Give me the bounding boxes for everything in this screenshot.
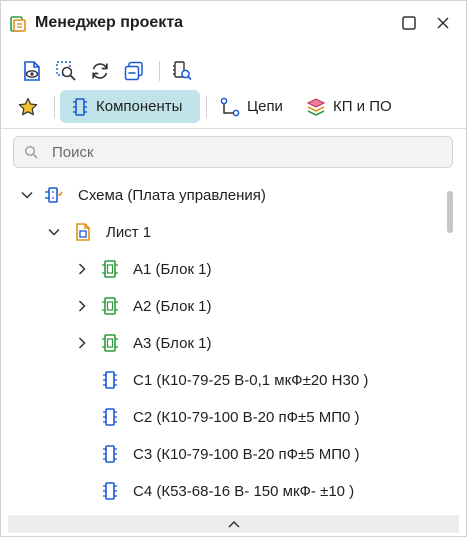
- tree-item-component[interactable]: C4 (К53-68-16 В- 150 мкФ- ±10 ): [1, 473, 441, 510]
- capacitor-icon: [103, 445, 117, 463]
- maximize-icon[interactable]: [399, 13, 419, 33]
- tree-item-label: A3 (Блок 1): [133, 335, 212, 352]
- tab-nets[interactable]: Цепи: [219, 90, 291, 123]
- tab-bar: Компоненты Цепи КП и ПО: [1, 90, 466, 124]
- tab-nets-label: Цепи: [247, 98, 283, 115]
- chevron-right-icon[interactable]: [75, 262, 89, 276]
- search-box: [13, 136, 453, 168]
- refresh-icon[interactable]: [89, 60, 111, 82]
- tab-favorites[interactable]: [17, 90, 45, 123]
- project-tree: Схема (Плата управления) Лист 1 A1 (Блок…: [1, 177, 466, 513]
- net-icon: [220, 97, 240, 116]
- tree-item-block[interactable]: A3 (Блок 1): [1, 325, 441, 362]
- sheet-icon: [76, 223, 90, 241]
- tree-item-label: Лист 1: [106, 224, 152, 241]
- collapse-icon[interactable]: [123, 60, 145, 82]
- tree-item-component[interactable]: C2 (К10-79-100 В-20 пФ±5 МП0 ): [1, 399, 441, 436]
- chevron-down-icon[interactable]: [47, 225, 61, 239]
- tree-item-block[interactable]: A2 (Блок 1): [1, 288, 441, 325]
- tree-item-label: C1 (К10-79-25 В-0,1 мкФ±20 Н30 ): [133, 372, 369, 389]
- schematic-icon: [45, 187, 63, 203]
- title-bar: Менеджер проекта: [1, 1, 466, 45]
- tab-components[interactable]: Компоненты: [60, 90, 200, 123]
- chevron-right-icon[interactable]: [75, 336, 89, 350]
- search-input[interactable]: [50, 142, 424, 162]
- filter-search-icon[interactable]: [171, 60, 193, 82]
- tree-item-label: C2 (К10-79-100 В-20 пФ±5 МП0 ): [133, 409, 360, 426]
- zoom-select-icon[interactable]: [55, 60, 77, 82]
- tab-padstacks[interactable]: КП и ПО: [305, 90, 401, 123]
- tree-item-label: C4 (К53-68-16 В- 150 мкФ- ±10 ): [133, 483, 355, 500]
- tab-padstacks-label: КП и ПО: [333, 98, 392, 115]
- tab-separator: [206, 96, 207, 118]
- chevron-up-icon[interactable]: [227, 519, 241, 529]
- vertical-scrollbar[interactable]: [447, 191, 453, 233]
- tree-item-label: C3 (К10-79-100 В-20 пФ±5 МП0 ): [133, 446, 360, 463]
- tree-item-label: A2 (Блок 1): [133, 298, 212, 315]
- star-icon: [18, 97, 38, 115]
- panel-title: Менеджер проекта: [35, 14, 184, 31]
- bottom-collapse-bar[interactable]: [8, 515, 459, 533]
- capacitor-icon: [103, 371, 117, 389]
- tab-components-label: Компоненты: [96, 98, 183, 115]
- view-document-icon[interactable]: [21, 60, 43, 82]
- toolbar-separator: [159, 61, 160, 81]
- app-icon: [10, 16, 26, 32]
- tree-item-component[interactable]: C1 (К10-79-25 В-0,1 мкФ±20 Н30 ): [1, 362, 441, 399]
- chevron-down-icon[interactable]: [20, 188, 34, 202]
- project-manager-panel: Менеджер проекта Компоненты Цепи КП и ПО…: [0, 0, 467, 537]
- tab-separator: [54, 96, 55, 118]
- search-icon: [24, 145, 38, 159]
- tree-item-sheet[interactable]: Лист 1: [1, 214, 441, 251]
- divider: [1, 128, 466, 129]
- layers-icon: [306, 97, 326, 116]
- tree-item-schematic[interactable]: Схема (Плата управления): [1, 177, 441, 214]
- capacitor-icon: [103, 482, 117, 500]
- close-icon[interactable]: [433, 13, 453, 33]
- toolbar: [1, 57, 466, 87]
- component-icon: [73, 97, 87, 116]
- tree-item-label: A1 (Блок 1): [133, 261, 212, 278]
- capacitor-icon: [103, 408, 117, 426]
- tree-item-component[interactable]: C3 (К10-79-100 В-20 пФ±5 МП0 ): [1, 436, 441, 473]
- tree-item-block[interactable]: A1 (Блок 1): [1, 251, 441, 288]
- block-icon: [102, 297, 118, 315]
- chevron-right-icon[interactable]: [75, 299, 89, 313]
- block-icon: [102, 260, 118, 278]
- tree-item-label: Схема (Плата управления): [78, 187, 266, 204]
- block-icon: [102, 334, 118, 352]
